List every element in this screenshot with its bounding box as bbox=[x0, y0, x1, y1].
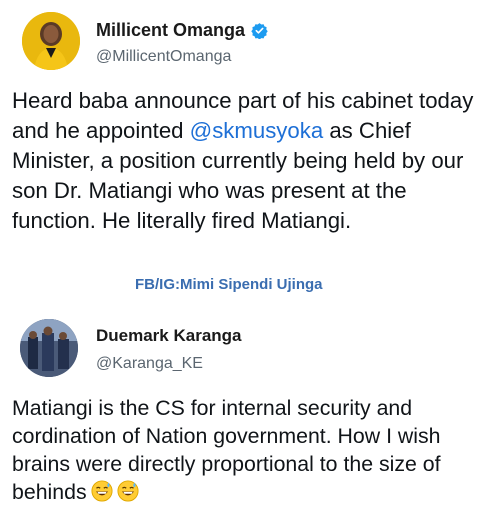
tweet-card-1: Millicent Omanga @MillicentOmanga Heard … bbox=[0, 0, 480, 270]
mention-link[interactable]: @skmusyoka bbox=[190, 118, 324, 143]
tweet-text-part: Matiangi is the CS for internal security… bbox=[12, 396, 441, 504]
author-handle-2[interactable]: @Karanga_KE bbox=[96, 355, 203, 373]
grinning-sweat-emoji-icon bbox=[91, 480, 113, 509]
tweet-card-2: Duemark Karanga @Karanga_KE Matiangi is … bbox=[0, 310, 480, 532]
source-watermark: FB/IG:Mimi Sipendi Ujinga bbox=[135, 276, 323, 293]
portrait-image bbox=[20, 319, 78, 377]
author-name-text: Duemark Karanga bbox=[96, 326, 242, 345]
author-handle-1[interactable]: @MillicentOmanga bbox=[96, 48, 231, 66]
tweet-text-2: Matiangi is the CS for internal security… bbox=[12, 394, 474, 509]
avatar-duemark[interactable] bbox=[20, 319, 78, 377]
author-name-text: Millicent Omanga bbox=[96, 20, 246, 40]
portrait-image bbox=[22, 12, 80, 70]
verified-badge-icon bbox=[251, 23, 268, 39]
grinning-sweat-emoji-icon bbox=[117, 480, 139, 509]
avatar-millicent[interactable] bbox=[22, 12, 80, 70]
author-name-1[interactable]: Millicent Omanga bbox=[96, 20, 268, 41]
tweet-text-1: Heard baba announce part of his cabinet … bbox=[12, 86, 474, 236]
author-name-2[interactable]: Duemark Karanga bbox=[96, 326, 242, 346]
